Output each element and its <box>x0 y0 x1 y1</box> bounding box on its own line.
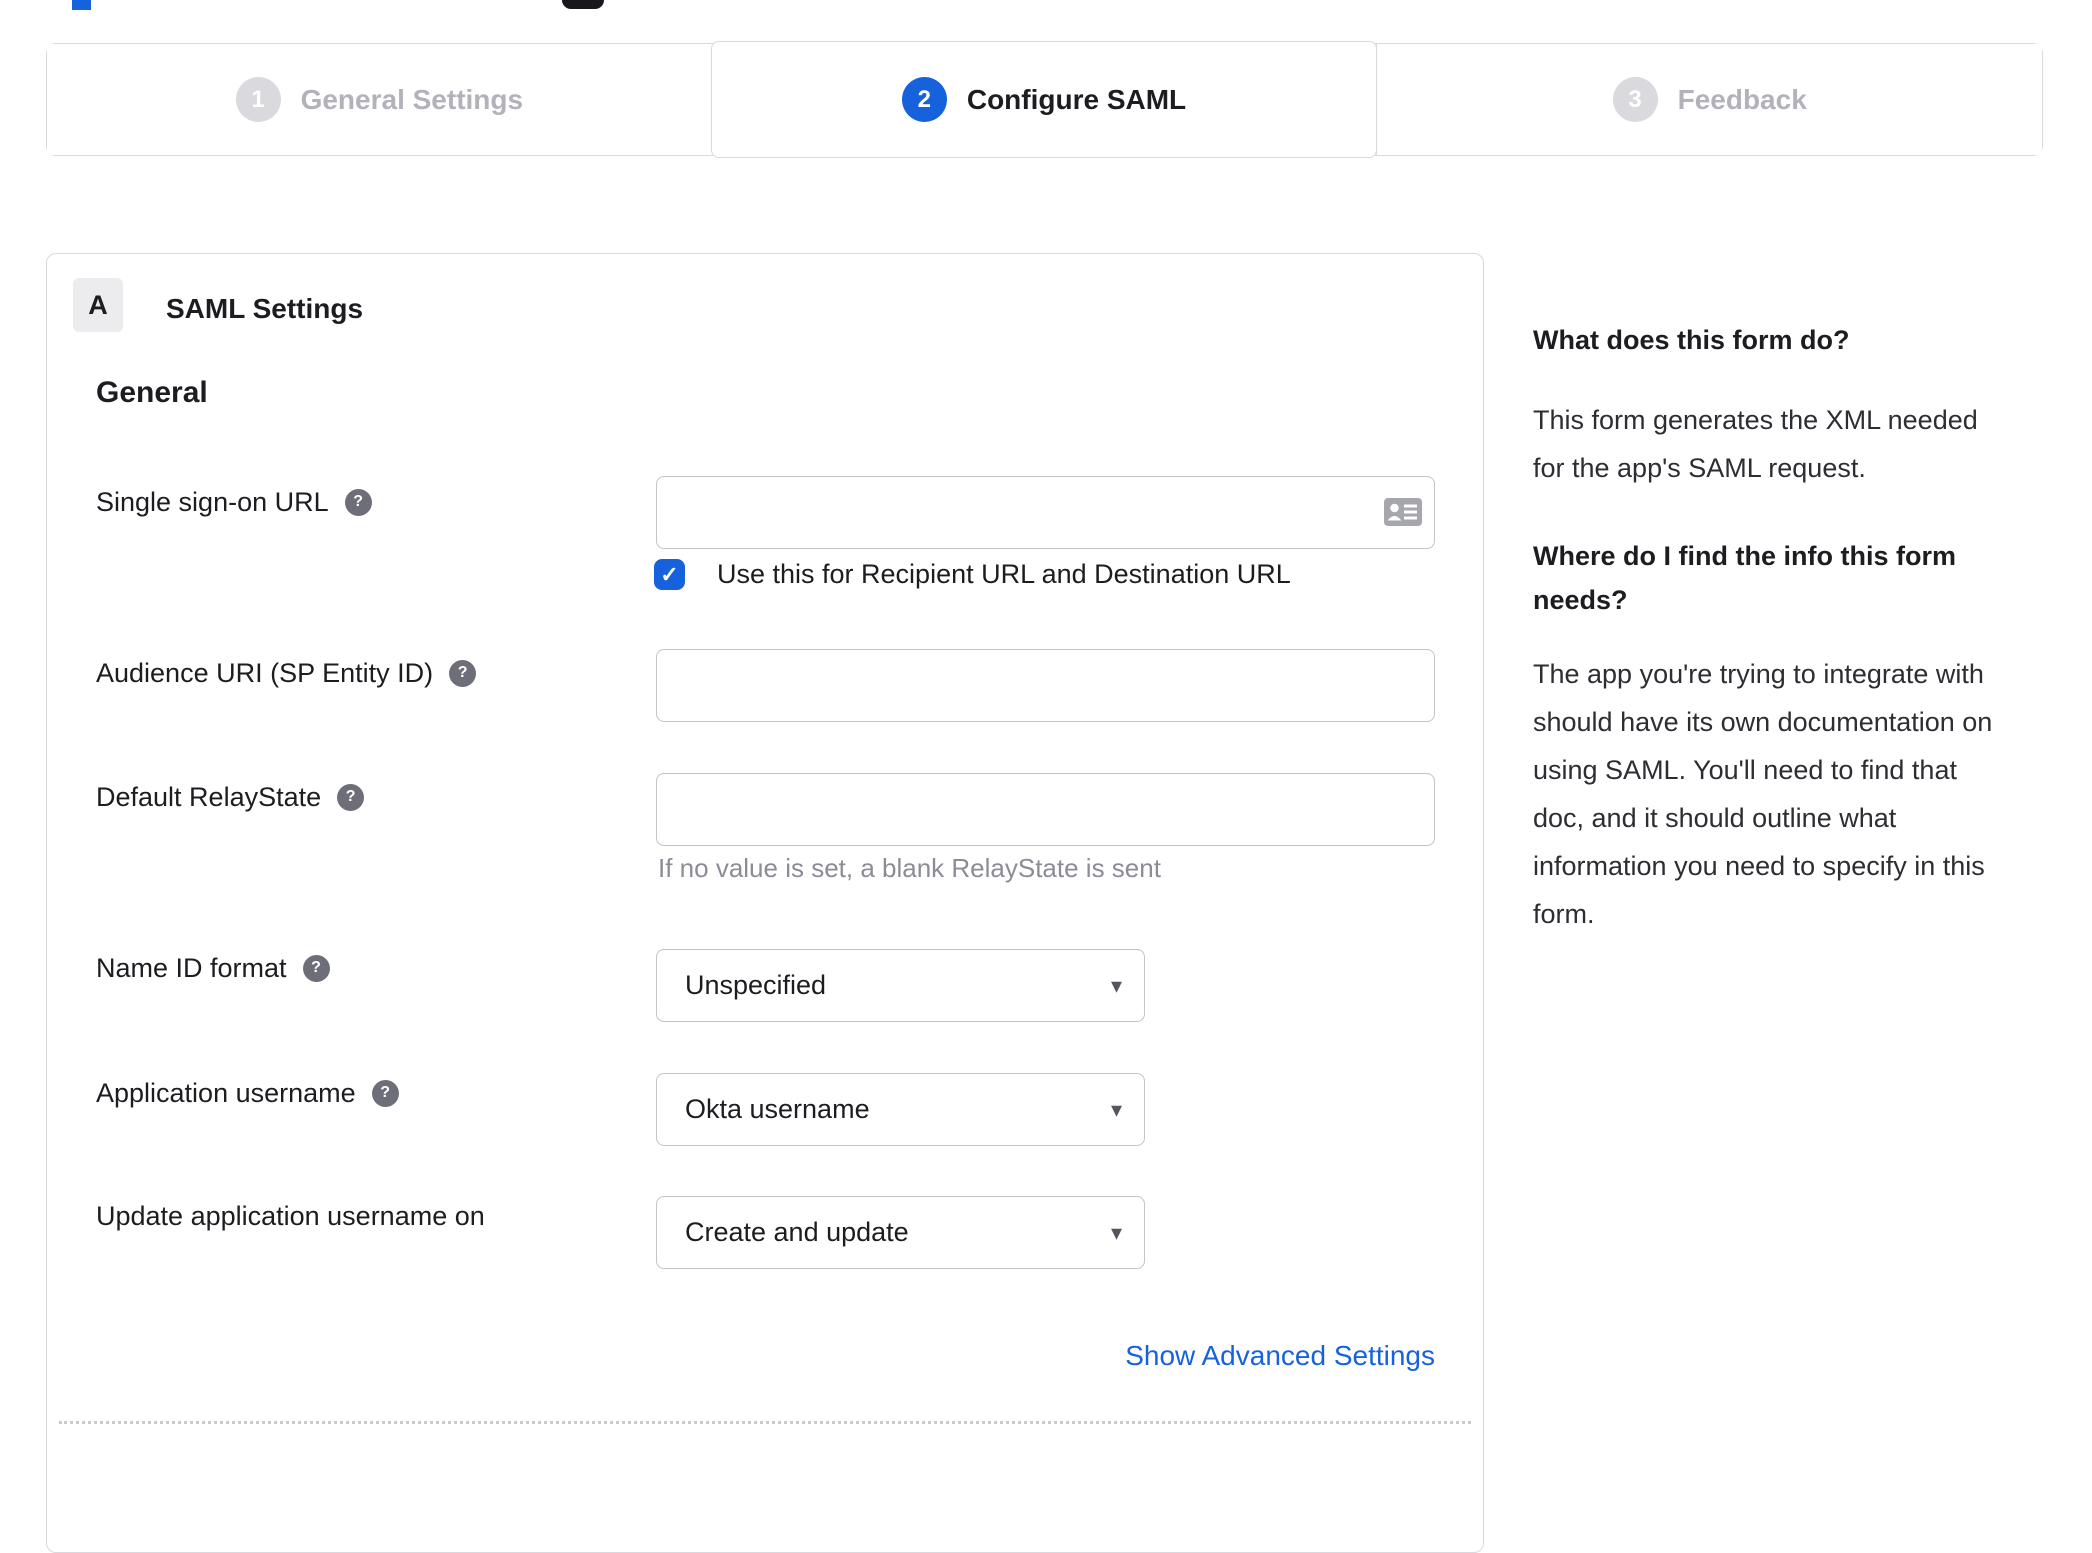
help-icon[interactable]: ? <box>337 783 365 811</box>
wizard-stepper: 1 General Settings 2 Configure SAML 3 Fe… <box>46 41 2043 158</box>
sidebar-answer-1-line: for the app's SAML request. <box>1533 453 1866 483</box>
update-username-select[interactable]: Create and update ▾ <box>656 1196 1145 1269</box>
sidebar-answer-2-line: doc, and it should outline what <box>1533 803 1897 833</box>
sidebar-answer-2-line: The app you're trying to integrate with <box>1533 659 1984 689</box>
audience-uri-input[interactable] <box>656 649 1435 722</box>
sidebar-answer-1: This form generates the XML needed for t… <box>1533 396 2038 492</box>
name-id-format-select[interactable]: Unspecified ▾ <box>656 949 1145 1022</box>
sidebar-question-2: Where do I find the info this form needs… <box>1533 534 2038 622</box>
step-label: General Settings <box>300 83 524 115</box>
update-username-label: Update application username on <box>96 1199 485 1233</box>
section-letter-badge: A <box>73 278 123 332</box>
step-general-settings: 1 General Settings <box>47 44 712 155</box>
sidebar-answer-2: The app you're trying to integrate with … <box>1533 650 2038 938</box>
step-number-badge: 3 <box>1612 77 1658 122</box>
sso-recipient-checkbox-row: ✓ Use this for Recipient URL and Destina… <box>654 559 1291 590</box>
general-group-heading: General <box>96 376 208 409</box>
recipient-url-checkbox[interactable]: ✓ <box>654 559 685 590</box>
step-number-badge: 2 <box>901 77 947 122</box>
sidebar-answer-2-line: using SAML. You'll need to find that <box>1533 755 1957 785</box>
sidebar-answer-2-line: form. <box>1533 899 1595 929</box>
sso-url-label: Single sign-on URL ? <box>96 485 372 519</box>
help-icon[interactable]: ? <box>371 1079 399 1107</box>
sidebar-question-2-line: needs? <box>1533 585 1628 615</box>
update-username-value: Create and update <box>685 1217 909 1247</box>
recipient-url-checkbox-label: Use this for Recipient URL and Destinati… <box>717 559 1291 589</box>
section-dotted-divider <box>59 1421 1471 1424</box>
application-username-label: Application username ? <box>96 1076 399 1110</box>
show-advanced-settings-link[interactable]: Show Advanced Settings <box>1125 1340 1435 1372</box>
default-relaystate-label: Default RelayState ? <box>96 780 365 814</box>
name-id-format-label: Name ID format ? <box>96 951 330 985</box>
section-title: SAML Settings <box>166 293 364 324</box>
application-username-label-text: Application username <box>96 1078 356 1108</box>
chevron-down-icon: ▾ <box>1110 1096 1122 1122</box>
default-relaystate-input[interactable] <box>656 773 1435 846</box>
audience-uri-label: Audience URI (SP Entity ID) ? <box>96 656 477 690</box>
update-username-label-text: Update application username on <box>96 1201 485 1231</box>
sidebar-answer-1-line: This form generates the XML needed <box>1533 405 1978 435</box>
saml-settings-card: A SAML Settings General Single sign-on U… <box>46 253 1484 1553</box>
sidebar-question-2-line: Where do I find the info this form <box>1533 541 1956 571</box>
sso-url-label-text: Single sign-on URL <box>96 487 329 517</box>
help-icon[interactable]: ? <box>302 954 330 982</box>
contact-card-icon <box>1384 498 1422 526</box>
help-icon[interactable]: ? <box>344 488 372 516</box>
checkmark-icon: ✓ <box>660 561 679 587</box>
sidebar-question-1: What does this form do? <box>1533 325 1850 355</box>
step-label: Feedback <box>1677 83 1807 115</box>
step-configure-saml: 2 Configure SAML <box>710 41 1378 158</box>
audience-uri-label-text: Audience URI (SP Entity ID) <box>96 658 434 688</box>
name-id-format-value: Unspecified <box>685 970 827 1000</box>
application-username-value: Okta username <box>685 1094 870 1124</box>
step-feedback: 3 Feedback <box>1376 44 2043 155</box>
page-title-fragment-blue <box>72 0 91 10</box>
help-sidebar: What does this form do? This form genera… <box>1533 318 2038 980</box>
page-title-fragment-dark <box>562 0 604 9</box>
chevron-down-icon: ▾ <box>1110 1219 1122 1245</box>
step-label: Configure SAML <box>966 83 1187 115</box>
sso-url-input[interactable] <box>656 476 1435 549</box>
name-id-format-label-text: Name ID format <box>96 953 287 983</box>
default-relaystate-label-text: Default RelayState <box>96 782 322 812</box>
step-number-badge: 1 <box>235 77 281 122</box>
application-username-select[interactable]: Okta username ▾ <box>656 1073 1145 1146</box>
help-icon[interactable]: ? <box>449 659 477 687</box>
sidebar-answer-2-line: information you need to specify in this <box>1533 851 1985 881</box>
relaystate-helper-text: If no value is set, a blank RelayState i… <box>658 853 1161 883</box>
sidebar-answer-2-line: should have its own documentation on <box>1533 707 1993 737</box>
chevron-down-icon: ▾ <box>1110 972 1122 998</box>
